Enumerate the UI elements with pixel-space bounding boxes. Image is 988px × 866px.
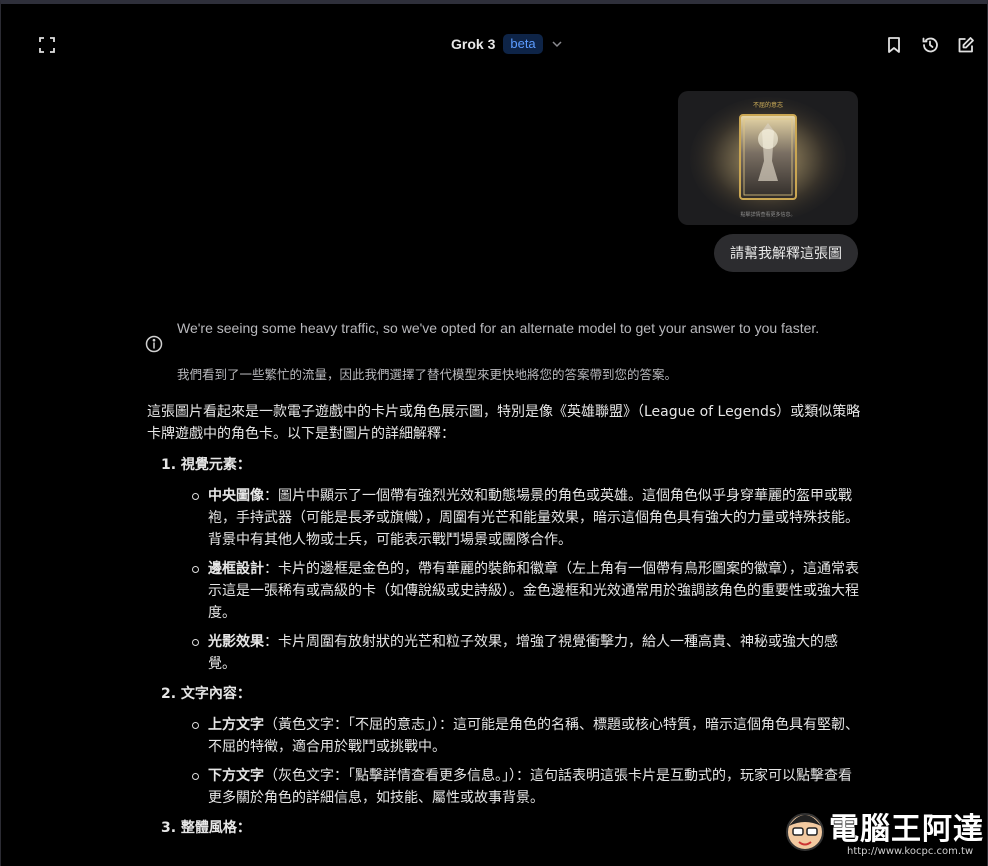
item-text: （黃色文字：「不屈的意志」）：這可能是角色的名稱、標題或核心特質，暗示這個角色具… — [208, 717, 859, 755]
edit-icon — [958, 37, 974, 53]
watermark-url: http://www.kocpc.com.tw — [847, 846, 974, 857]
section-overall-style: 3. 整體風格： — [147, 817, 865, 839]
item-term: 上方文字 — [208, 717, 264, 733]
assistant-answer: 這張圖片看起來是一款電子遊戲中的卡片或角色展示圖，特別是像《英雄聯盟》（Leag… — [147, 401, 865, 848]
list-item: 下方文字（灰色文字：「點擊詳情查看更多信息。」）：這句話表明這張卡片是互動式的，… — [147, 765, 865, 809]
list-item: 上方文字（黃色文字：「不屈的意志」）：這可能是角色的名稱、標題或核心特質，暗示這… — [147, 714, 865, 758]
mascot-icon — [786, 813, 824, 851]
traffic-notice-zh: 我們看到了一些繁忙的流量，因此我們選擇了替代模型來更快地將您的答案帶到您的答案。 — [177, 367, 678, 382]
fullscreen-icon — [39, 37, 55, 53]
info-icon — [145, 335, 163, 353]
item-text: （灰色文字：「點擊詳情查看更多信息。」）：這句話表明這張卡片是互動式的，玩家可以… — [208, 768, 852, 806]
app-window: Grok 3 beta 不屈的意志 點擊詳情查看更多信息。 請幫我解釋這張圖 W… — [0, 0, 988, 866]
answer-intro: 這張圖片看起來是一款電子遊戲中的卡片或角色展示圖，特別是像《英雄聯盟》（Leag… — [147, 404, 861, 442]
attached-image[interactable]: 不屈的意志 點擊詳情查看更多信息。 — [678, 91, 858, 225]
item-text: ：圖片中顯示了一個帶有強烈光效和動態場景的角色或英雄。這個角色似乎身穿華麗的盔甲… — [208, 488, 859, 548]
item-text: ：卡片的邊框是金色的，帶有華麗的裝飾和徽章（左上角有一個帶有鳥形圖案的徽章），這… — [208, 561, 859, 621]
card-caption-bottom: 點擊詳情查看更多信息。 — [740, 211, 795, 218]
list-item: 光影效果：卡片周圍有放射狀的光芒和粒子效果，增強了視覺衝擊力，給人一種高貴、神秘… — [147, 631, 865, 675]
watermark: 電腦王阿達 http://www.kocpc.com.tw — [783, 802, 983, 866]
model-selector[interactable]: Grok 3 beta — [451, 34, 563, 54]
section-visual-elements: 1. 視覺元素： 中央圖像：圖片中顯示了一個帶有強烈光效和動態場景的角色或英雄。… — [147, 454, 865, 675]
section-title: 1. 視覺元素： — [161, 457, 251, 473]
section-title: 2. 文字內容： — [161, 686, 251, 702]
fullscreen-button[interactable] — [34, 32, 60, 58]
card-image: 不屈的意志 點擊詳情查看更多信息。 — [690, 97, 846, 221]
model-title: Grok 3 — [451, 36, 496, 52]
section-title: 3. 整體風格： — [161, 820, 251, 836]
list-item: 邊框設計：卡片的邊框是金色的，帶有華麗的裝飾和徽章（左上角有一個帶有鳥形圖案的徽… — [147, 558, 865, 624]
list-item: 中央圖像：圖片中顯示了一個帶有強烈光效和動態場景的角色或英雄。這個角色似乎身穿華… — [147, 485, 865, 551]
history-icon — [922, 37, 938, 53]
new-chat-button[interactable] — [953, 32, 979, 58]
item-term: 下方文字 — [208, 768, 264, 784]
history-button[interactable] — [917, 32, 943, 58]
chevron-down-icon — [552, 41, 562, 48]
traffic-notice-en: We're seeing some heavy traffic, so we'v… — [177, 320, 820, 336]
item-term: 邊框設計 — [208, 561, 264, 577]
bookmark-icon — [888, 37, 900, 53]
answer-sections: 1. 視覺元素： 中央圖像：圖片中顯示了一個帶有強烈光效和動態場景的角色或英雄。… — [147, 454, 865, 839]
item-text: ：卡片周圍有放射狀的光芒和粒子效果，增強了視覺衝擊力，給人一種高貴、神秘或強大的… — [208, 634, 838, 672]
watermark-text: 電腦王阿達 — [829, 812, 984, 847]
user-message-bubble: 請幫我解釋這張圖 — [714, 234, 858, 272]
bookmark-button[interactable] — [881, 32, 907, 58]
beta-badge: beta — [503, 34, 543, 54]
item-term: 中央圖像 — [208, 488, 264, 504]
section-text-content: 2. 文字內容： 上方文字（黃色文字：「不屈的意志」）：這可能是角色的名稱、標題… — [147, 683, 865, 809]
card-caption-top: 不屈的意志 — [753, 101, 783, 109]
item-term: 光影效果 — [208, 634, 264, 650]
